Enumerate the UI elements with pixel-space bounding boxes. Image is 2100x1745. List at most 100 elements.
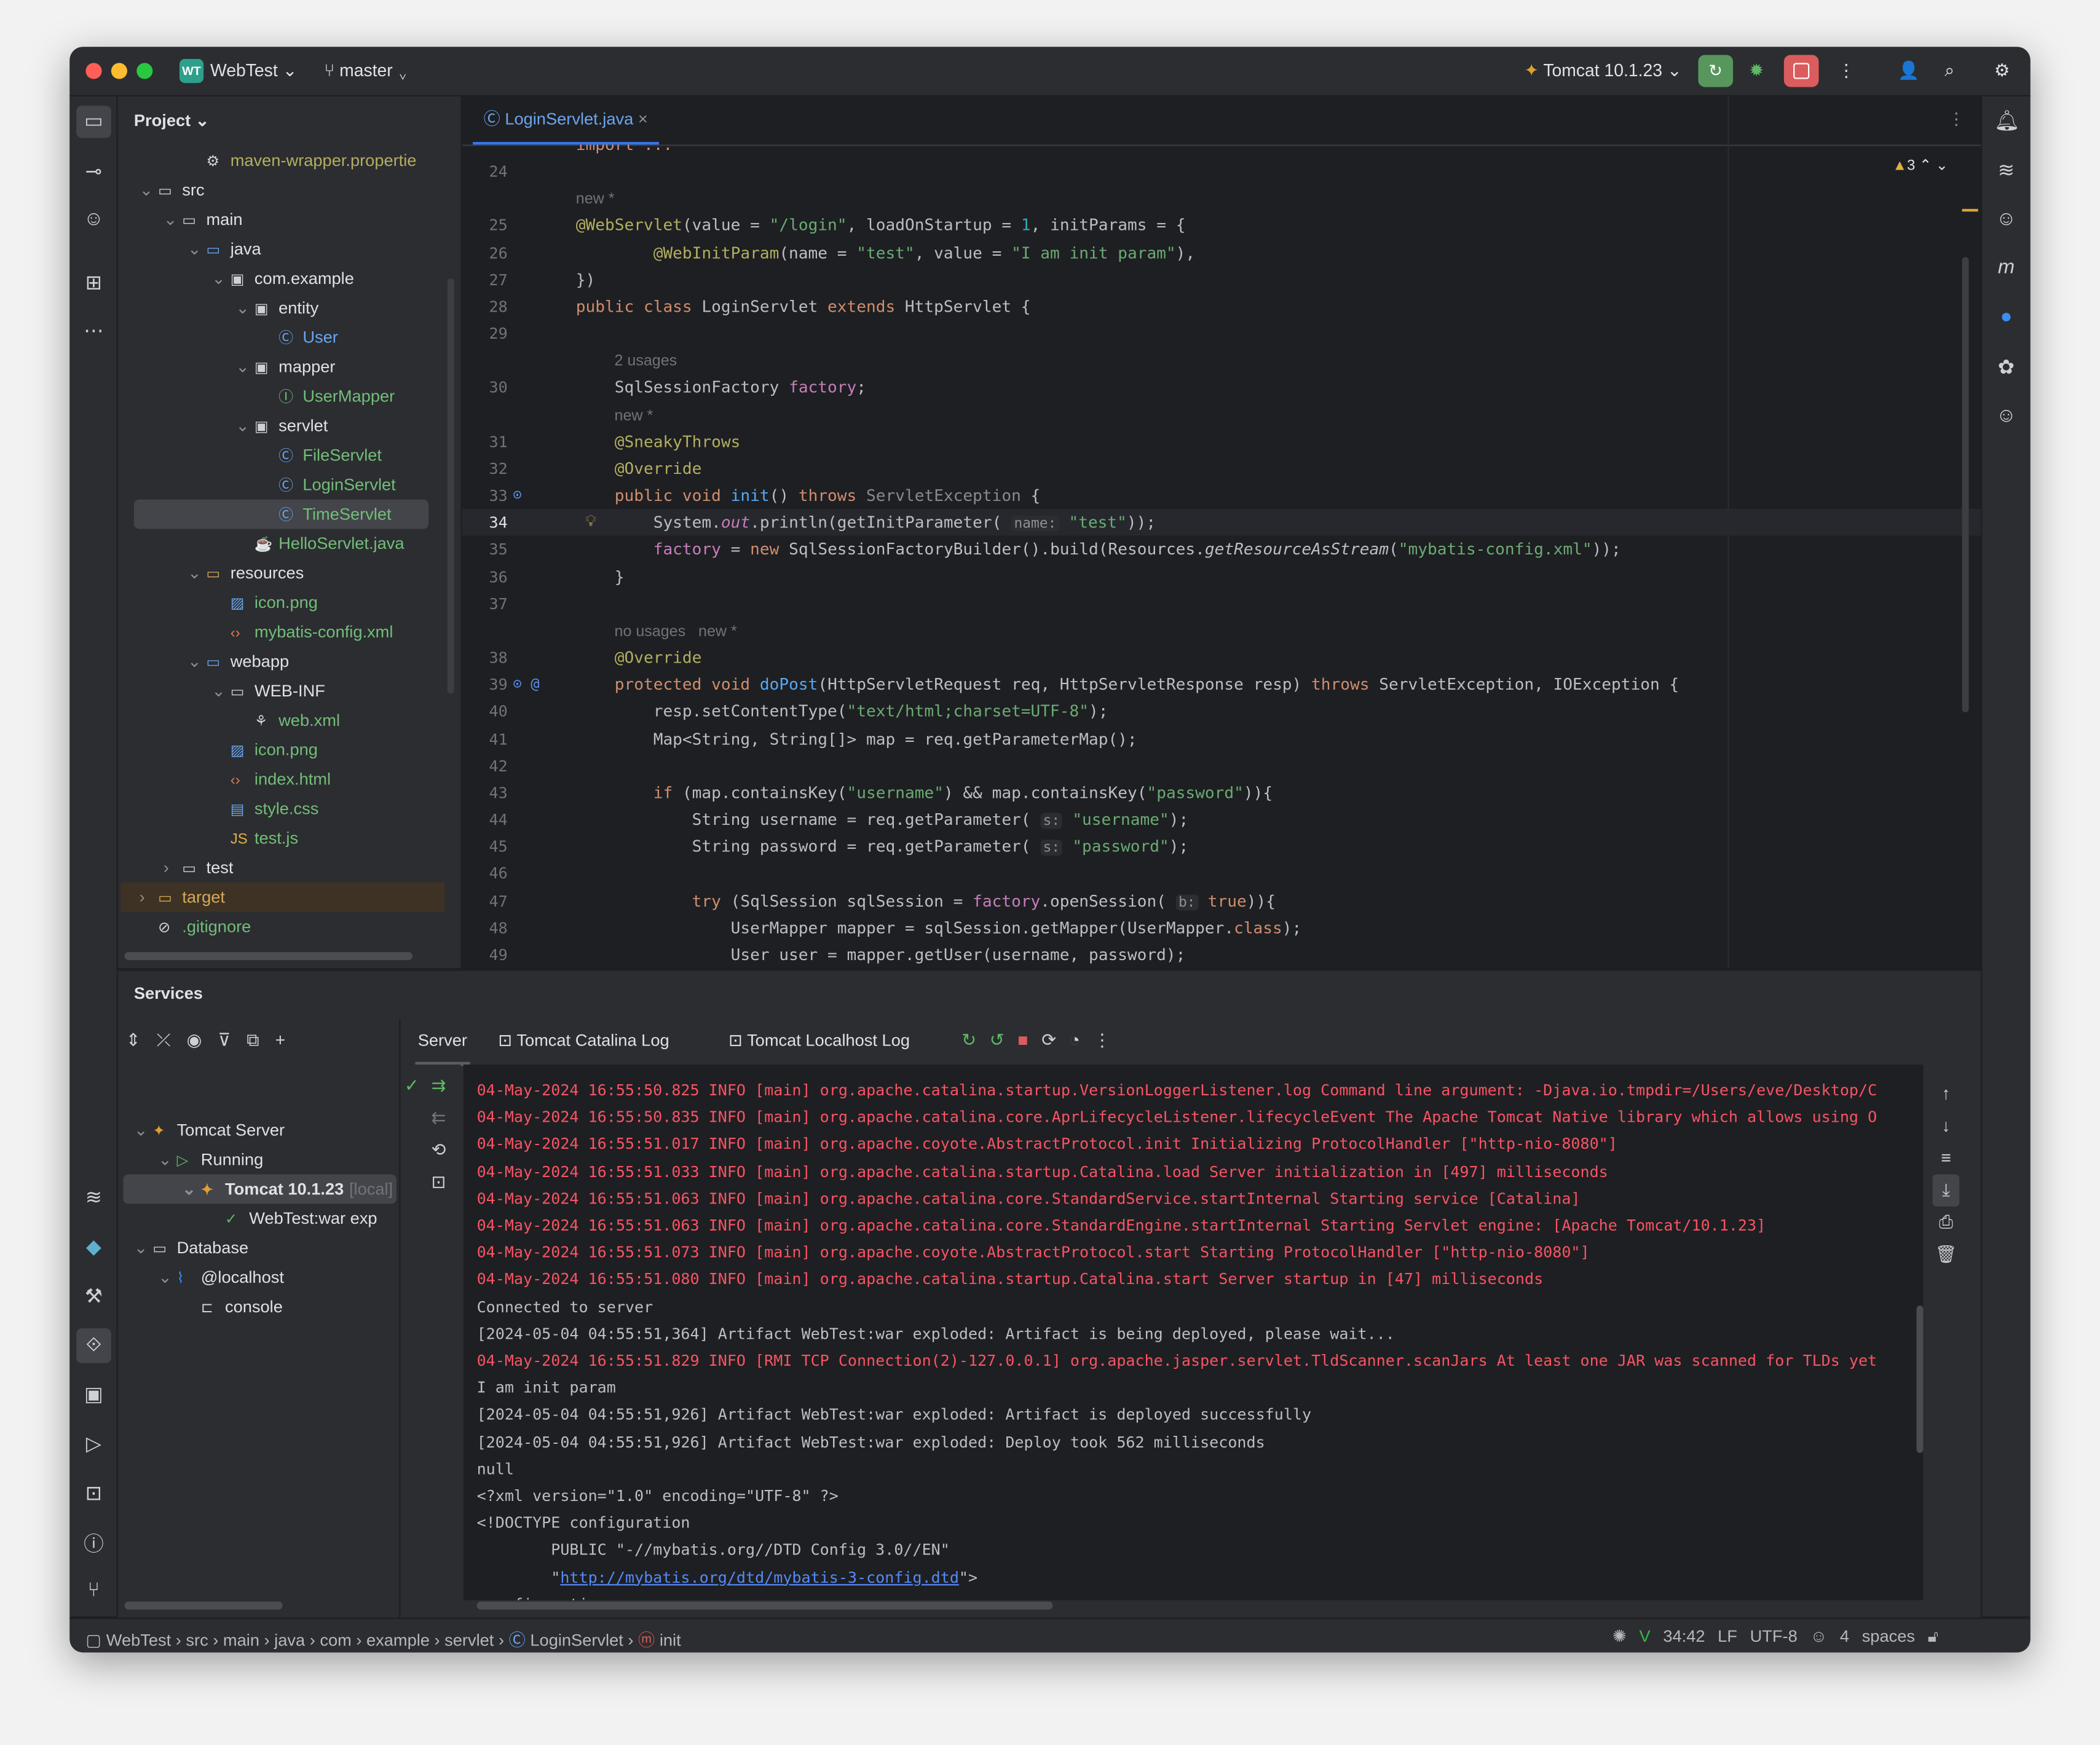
tree-item[interactable]: ▤ style.css xyxy=(120,794,442,824)
code-vision-hint[interactable]: 2 usages xyxy=(615,354,677,370)
breadcrumb-item[interactable]: LoginServlet xyxy=(530,1631,623,1650)
service-tree-item[interactable]: ⊏ console xyxy=(123,1292,396,1322)
chevron-icon[interactable]: › xyxy=(164,853,182,883)
redeploy-icon[interactable]: ↺ xyxy=(990,1030,1018,1050)
tree-horizontal-scrollbar[interactable] xyxy=(124,1601,283,1610)
expand-all-icon[interactable]: ⇕ xyxy=(126,1030,157,1050)
breadcrumb-item[interactable]: main xyxy=(223,1631,259,1650)
tree-item[interactable]: › ▭ test xyxy=(120,853,442,883)
editor-scrollbar[interactable] xyxy=(1962,257,1969,712)
chevron-icon[interactable]: ⌄ xyxy=(158,1145,177,1175)
tree-item[interactable]: ⚘ web.xml xyxy=(120,706,442,735)
commit-tool-button[interactable]: ⊸ xyxy=(82,159,106,183)
service-tree-item[interactable]: ⌄ ✦ Tomcat 10.1.23 [local] xyxy=(123,1174,397,1204)
tree-item[interactable]: Ⓒ TimeServlet xyxy=(133,499,429,529)
chevron-icon[interactable]: ⌄ xyxy=(188,647,206,676)
tree-item[interactable]: ⊘ .gitignore xyxy=(120,912,442,942)
tab-tomcat-catalina-log[interactable]: ⊡ Tomcat Catalina Log xyxy=(495,1019,672,1062)
database-tool-button[interactable]: ≋ xyxy=(82,1185,106,1209)
tab-server[interactable]: Server xyxy=(415,1019,470,1066)
tree-item[interactable]: ⚙ maven-wrapper.propertie xyxy=(120,146,442,175)
scroll-up-icon[interactable]: ↑ xyxy=(1933,1078,1960,1110)
line-separator[interactable]: LF xyxy=(1718,1627,1737,1646)
tree-item[interactable]: ⌄ ▭ src xyxy=(120,175,442,205)
filter-icon[interactable]: ⊽ xyxy=(218,1030,247,1050)
update-app-icon[interactable]: ↻ xyxy=(961,1030,990,1050)
horizontal-scrollbar[interactable] xyxy=(124,951,412,961)
folded-import[interactable]: import ... xyxy=(576,144,673,158)
settings-button[interactable]: ⚙ xyxy=(1994,60,2010,82)
chevron-icon[interactable]: ⌄ xyxy=(140,175,158,205)
log-horizontal-scrollbar[interactable] xyxy=(476,1601,1053,1610)
run-config-selector[interactable]: ✦ Tomcat 10.1.23 ⌄ xyxy=(1524,60,1681,82)
service-tree-item[interactable]: ⌄ ▷ Running xyxy=(123,1145,396,1175)
tree-item[interactable]: ▨ icon.png xyxy=(120,588,442,617)
maven-button[interactable]: m xyxy=(1994,256,2018,278)
undeploy-icon[interactable]: ⇇ xyxy=(431,1108,446,1129)
minimize-window-button[interactable] xyxy=(111,63,127,79)
chevron-icon[interactable]: ⌄ xyxy=(235,352,255,382)
override-gutter-icon[interactable]: ⊙ @ xyxy=(513,675,539,692)
more-vertical-icon[interactable]: ⋮ xyxy=(1094,1030,1124,1050)
rerun-button[interactable]: ↻ xyxy=(1698,55,1734,87)
tab-loginservlet[interactable]: Ⓒ LoginServlet.java × xyxy=(473,97,659,145)
more-tools-button[interactable]: ⋯ xyxy=(82,318,106,343)
new-tab-icon[interactable]: ⧉ xyxy=(247,1030,275,1050)
breadcrumb-item[interactable]: java xyxy=(274,1631,305,1650)
breadcrumb-item[interactable]: servlet xyxy=(444,1631,494,1650)
tree-item[interactable]: Ⓒ LoginServlet xyxy=(120,470,442,500)
tree-item[interactable]: ☕ HelloServlet.java xyxy=(120,529,442,559)
close-window-button[interactable] xyxy=(85,63,102,79)
chat-button[interactable]: ● xyxy=(1994,305,2018,328)
project-panel-title[interactable]: Project ⌄ xyxy=(134,110,210,130)
copilot-chat-button[interactable]: ☺ xyxy=(1994,208,2018,230)
chevron-icon[interactable]: ⌄ xyxy=(211,264,231,293)
eye-icon[interactable]: ◉ xyxy=(187,1030,218,1050)
tree-item[interactable]: ‹› index.html xyxy=(120,765,442,794)
bookmarks-tool-button[interactable]: ▣ xyxy=(82,1382,106,1406)
tree-item[interactable]: ⌄ ▣ mapper xyxy=(120,352,442,382)
copilot-tool-button[interactable]: ☺ xyxy=(82,208,106,230)
service-tree-item[interactable]: ⌄ ⌇ @localhost xyxy=(123,1262,396,1292)
breadcrumb-item[interactable]: WebTest xyxy=(106,1631,171,1650)
tree-item[interactable]: JS test.js xyxy=(120,824,442,853)
service-tree-item[interactable]: ⌄ ✦ Tomcat Server xyxy=(123,1116,396,1145)
vertical-scrollbar[interactable] xyxy=(447,278,454,694)
deploy-artifact-icon[interactable]: ⊡ xyxy=(431,1172,446,1193)
tree-item[interactable]: Ⓘ UserMapper xyxy=(120,382,442,411)
project-selector[interactable]: WebTest ⌄ xyxy=(210,60,297,82)
deploy-icon[interactable]: ⇉ xyxy=(431,1075,446,1097)
chevron-icon[interactable]: ⌄ xyxy=(134,1116,152,1145)
code-vision-hint[interactable]: new * xyxy=(615,408,653,423)
tab-tomcat-localhost-log[interactable]: ⊡ Tomcat Localhost Log xyxy=(726,1019,913,1062)
problems-tool-button[interactable]: ⓘ xyxy=(82,1529,106,1558)
plugin-tool-button[interactable]: ◆ xyxy=(82,1235,106,1259)
chevron-icon[interactable]: ⌄ xyxy=(211,676,231,706)
tree-item[interactable]: ⌄ ▭ webapp xyxy=(120,647,442,676)
copilot-status-icon[interactable]: ✺ xyxy=(1612,1627,1627,1646)
collapse-all-icon[interactable]: ⤫ xyxy=(157,1030,187,1050)
tree-item[interactable]: › ▭ target xyxy=(120,882,445,912)
file-encoding[interactable]: UTF-8 xyxy=(1750,1627,1798,1646)
tree-item[interactable]: Ⓒ FileServlet xyxy=(120,441,442,470)
tree-item[interactable]: ▨ icon.png xyxy=(120,735,442,765)
copilot-button-2[interactable]: ☺ xyxy=(1994,404,2018,427)
tree-item[interactable]: Ⓒ User xyxy=(120,323,442,352)
more-actions-button[interactable]: ⋮ xyxy=(1838,60,1855,82)
override-gutter-icon[interactable]: ⊙ xyxy=(513,486,521,503)
chevron-icon[interactable]: ⌄ xyxy=(164,205,182,234)
add-service-icon[interactable]: + xyxy=(275,1030,302,1050)
chevron-icon[interactable]: ⌄ xyxy=(134,1233,152,1262)
tree-item[interactable]: ⌄ ▭ resources xyxy=(120,558,442,588)
chevron-icon[interactable]: ⌄ xyxy=(235,293,255,323)
lock-icon[interactable]: 🔓︎ xyxy=(1928,1627,1939,1646)
tree-item[interactable]: ⌄ ▣ servlet xyxy=(120,411,442,441)
tree-item[interactable]: ⌄ ▭ java xyxy=(120,234,442,264)
close-tab-icon[interactable]: × xyxy=(638,110,648,128)
refresh-icon[interactable]: ⟲ xyxy=(431,1140,446,1161)
breadcrumb-item[interactable]: example xyxy=(366,1631,430,1650)
branch-selector[interactable]: ⑂ master ⌄ xyxy=(324,60,408,81)
breadcrumb-item[interactable]: com xyxy=(320,1631,351,1650)
breadcrumb-item[interactable]: init xyxy=(660,1631,681,1650)
terminal-tool-button[interactable]: ⊡ xyxy=(82,1481,106,1505)
